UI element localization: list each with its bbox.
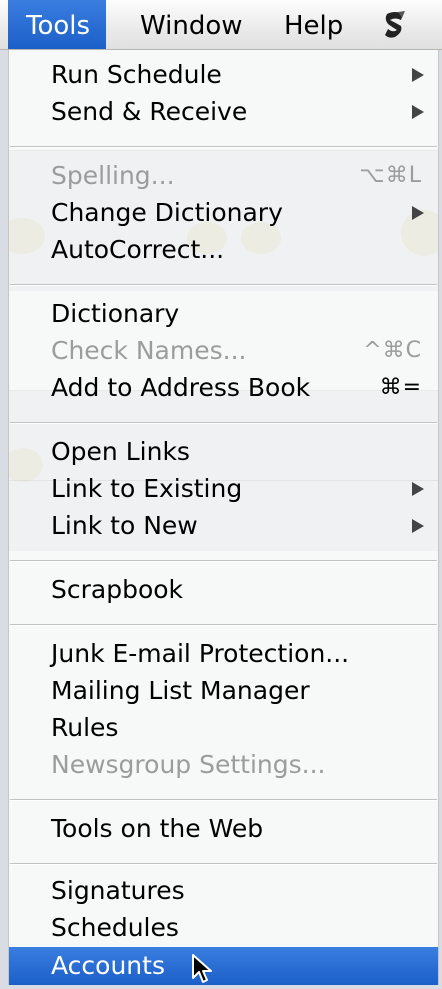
menu-item-check-names: Check Names... ^⌘C — [9, 332, 438, 369]
menu-item-label: Spelling... — [51, 161, 175, 190]
menu-item-label: Link to Existing — [51, 474, 243, 503]
menu-item-tools-on-the-web[interactable]: Tools on the Web — [9, 810, 438, 847]
menubar-tools[interactable]: Tools — [8, 0, 107, 49]
menu-item-label: Junk E-mail Protection... — [51, 639, 350, 668]
keyboard-shortcut: ⌘= — [379, 375, 422, 400]
menu-item-junk-email-protection[interactable]: Junk E-mail Protection... — [9, 635, 438, 672]
menu-item-label: Newsgroup Settings... — [51, 750, 326, 779]
keyboard-shortcut: ⌥⌘L — [359, 163, 422, 188]
submenu-arrow-icon — [412, 68, 424, 82]
menu-item-signatures[interactable]: Signatures — [9, 872, 438, 909]
menu-item-change-dictionary[interactable]: Change Dictionary — [9, 194, 438, 231]
menu-separator — [10, 624, 437, 626]
script-menu-icon[interactable] — [375, 0, 415, 49]
menu-item-label: Rules — [51, 713, 119, 742]
menu-separator — [10, 560, 437, 562]
menu-item-label: Scrapbook — [51, 575, 184, 604]
menu-item-rules[interactable]: Rules — [9, 709, 438, 746]
submenu-arrow-icon — [412, 482, 424, 496]
menu-item-mailing-list-manager[interactable]: Mailing List Manager — [9, 672, 438, 709]
menu-item-send-receive[interactable]: Send & Receive — [9, 93, 438, 130]
keyboard-shortcut: ^⌘C — [363, 338, 422, 363]
menu-item-label: Signatures — [51, 876, 185, 905]
menu-item-link-to-new[interactable]: Link to New — [9, 507, 438, 544]
submenu-arrow-icon — [412, 105, 424, 119]
menu-item-label: Change Dictionary — [51, 198, 283, 227]
menu-item-schedules[interactable]: Schedules — [9, 909, 438, 946]
menu-item-label: Link to New — [51, 511, 198, 540]
submenu-arrow-icon — [412, 206, 424, 220]
submenu-arrow-icon — [412, 519, 424, 533]
menu-item-label: Dictionary — [51, 299, 180, 328]
menu-separator — [10, 146, 437, 148]
menu-bar: Tools Window Help — [0, 0, 442, 50]
menu-item-label: Run Schedule — [51, 60, 222, 89]
menu-item-run-schedule[interactable]: Run Schedule — [9, 56, 438, 93]
menu-item-spelling: Spelling... ⌥⌘L — [9, 157, 438, 194]
menubar-help[interactable]: Help — [266, 0, 359, 49]
menu-separator — [10, 799, 437, 801]
menu-separator — [10, 422, 437, 424]
menu-item-label: Check Names... — [51, 336, 247, 365]
menu-item-autocorrect[interactable]: AutoCorrect... — [9, 231, 438, 268]
menu-item-label: Add to Address Book — [51, 373, 311, 402]
tools-menu: Run Schedule Send & Receive Spelling... … — [8, 50, 439, 985]
menu-item-open-links[interactable]: Open Links — [9, 433, 438, 470]
menu-item-label: Accounts — [51, 951, 165, 980]
arrow-cursor-icon — [191, 953, 217, 989]
menu-separator — [10, 863, 437, 865]
menu-item-accounts[interactable]: Accounts — [9, 947, 438, 985]
menu-item-scrapbook[interactable]: Scrapbook — [9, 571, 438, 608]
menu-item-label: Open Links — [51, 437, 190, 466]
menu-item-label: Send & Receive — [51, 97, 248, 126]
menu-item-label: Mailing List Manager — [51, 676, 310, 705]
menu-item-label: AutoCorrect... — [51, 235, 225, 264]
menubar-window[interactable]: Window — [122, 0, 259, 49]
menu-separator — [10, 284, 437, 286]
menu-item-label: Schedules — [51, 913, 179, 942]
menu-item-add-to-address-book[interactable]: Add to Address Book ⌘= — [9, 369, 438, 406]
menu-item-label: Tools on the Web — [51, 814, 264, 843]
menu-item-dictionary[interactable]: Dictionary — [9, 295, 438, 332]
menu-item-newsgroup-settings: Newsgroup Settings... — [9, 746, 438, 783]
menu-item-link-to-existing[interactable]: Link to Existing — [9, 470, 438, 507]
